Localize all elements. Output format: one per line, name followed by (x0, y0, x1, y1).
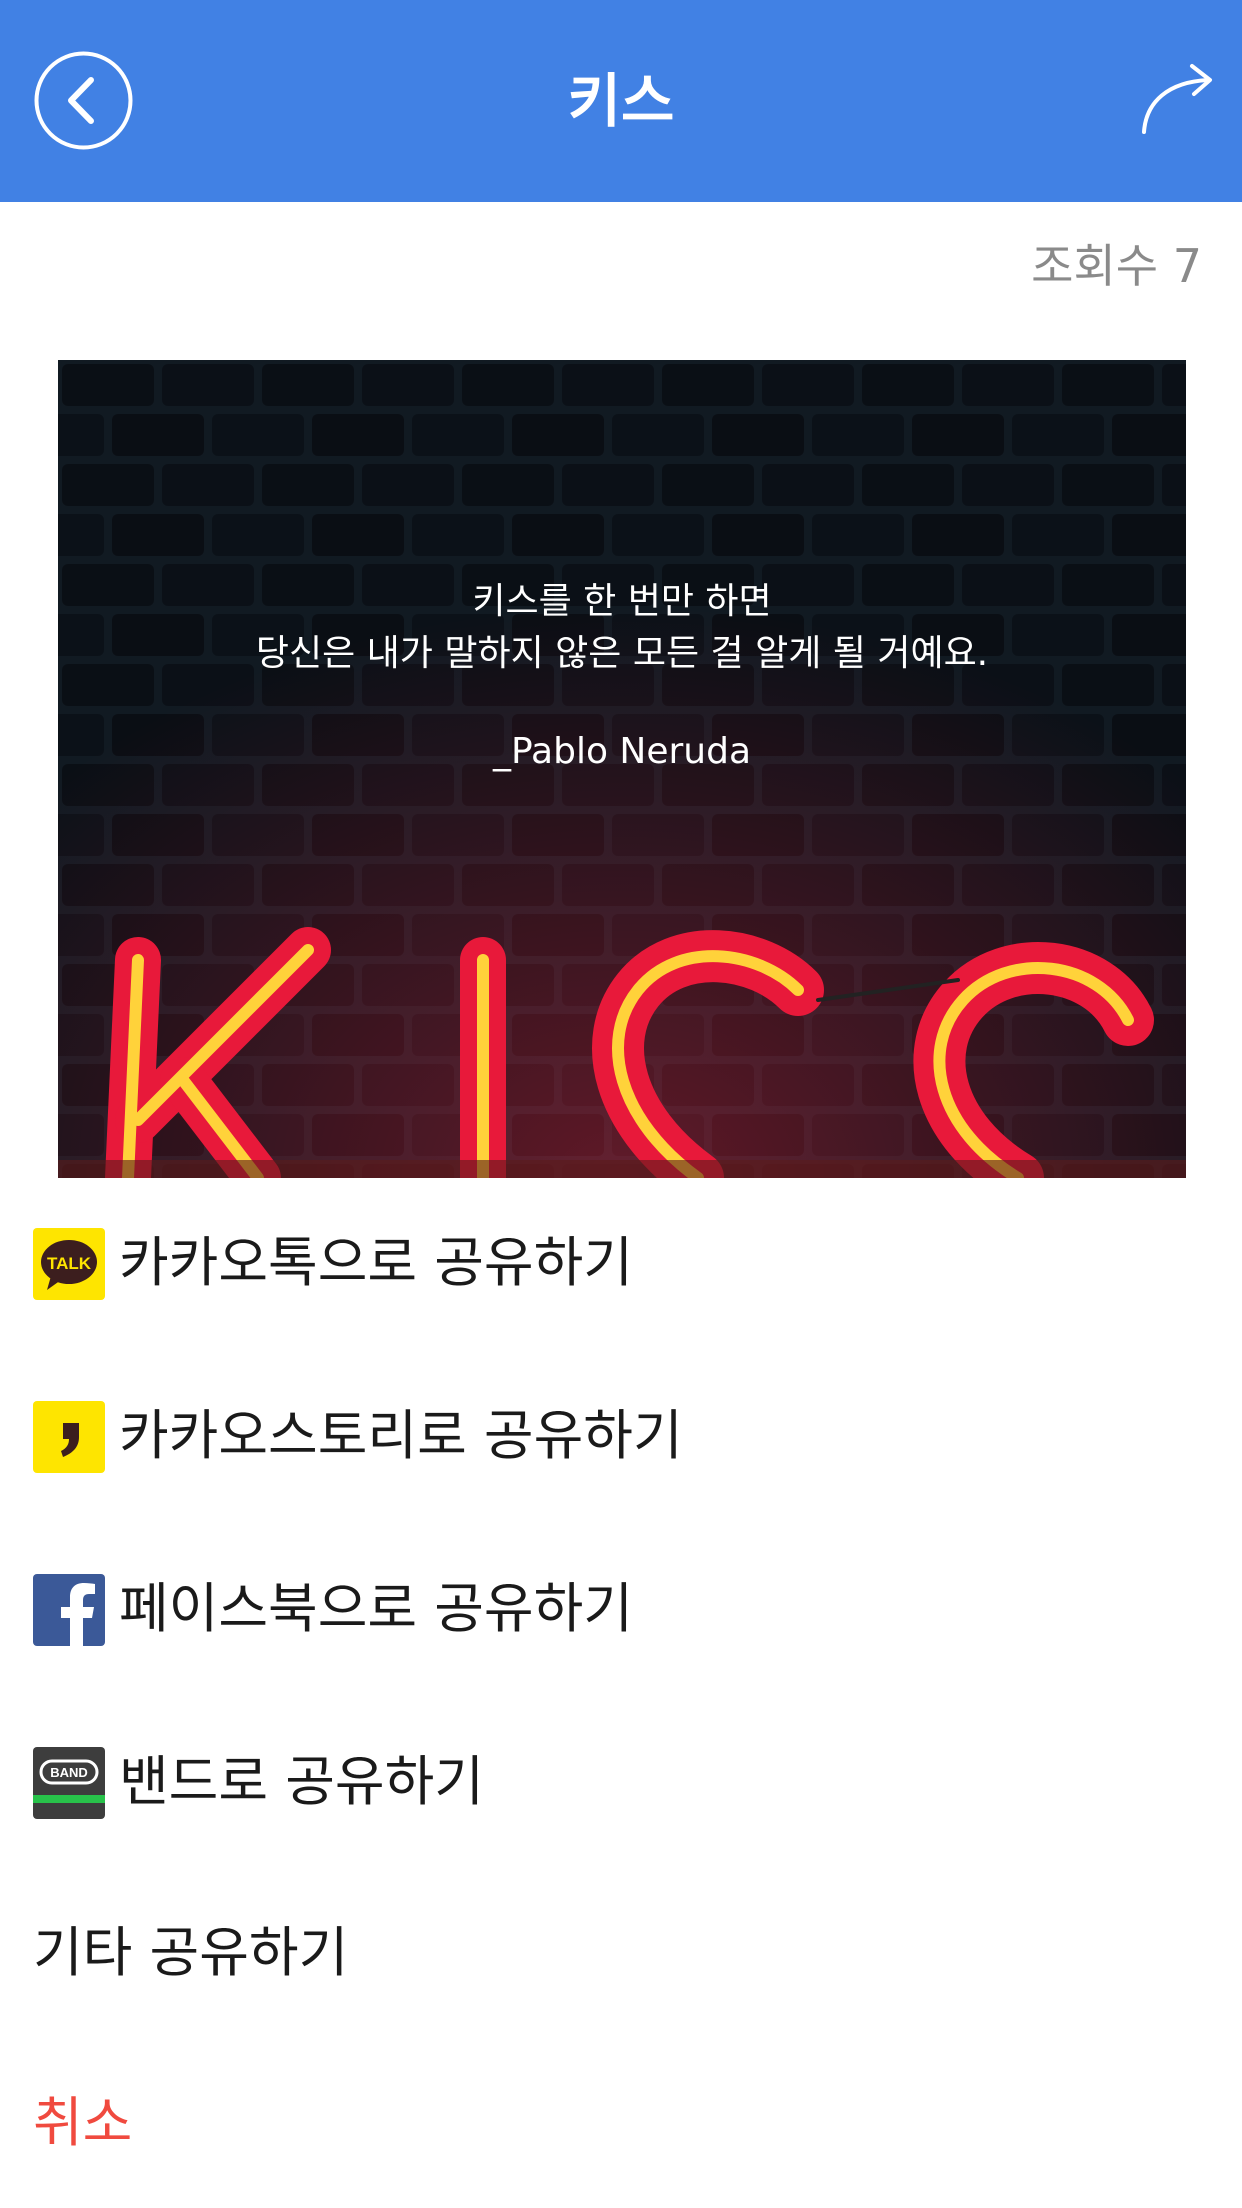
share-forward-icon (1142, 64, 1212, 134)
share-facebook-label: 페이스북으로 공유하기 (119, 1577, 633, 1640)
cancel-label: 취소 (33, 2091, 133, 2154)
kakaotalk-icon-text: TALK (47, 1254, 92, 1273)
share-button[interactable] (1138, 62, 1218, 142)
share-facebook-item[interactable]: 페이스북으로 공유하기 (33, 1564, 1209, 1654)
quote-line: 당신은 내가 말하지 않은 모든 걸 알게 될 거예요. (255, 633, 989, 674)
share-band-item[interactable]: BAND 밴드로 공유하기 (33, 1737, 1209, 1827)
content-image: 키스를 한 번만 하면 당신은 내가 말하지 않은 모든 걸 알게 될 거예요.… (58, 360, 1186, 1178)
cancel-button[interactable]: 취소 (33, 2078, 1209, 2168)
band-icon: BAND (33, 1747, 105, 1819)
quote-author: _Pablo Neruda (492, 731, 752, 772)
back-button[interactable] (33, 50, 134, 151)
quote-text: 키스를 한 번만 하면 당신은 내가 말하지 않은 모든 걸 알게 될 거예요.… (58, 576, 1186, 778)
share-band-label: 밴드로 공유하기 (119, 1750, 484, 1813)
view-count: 조회수 7 (1031, 239, 1202, 293)
share-kakaostory-label: 카카오스토리로 공유하기 (119, 1404, 683, 1467)
share-kakaostory-item[interactable]: 카카오스토리로 공유하기 (33, 1391, 1209, 1481)
page-title: 키스 (567, 67, 675, 135)
band-icon-text: BAND (50, 1765, 88, 1780)
share-other-item[interactable]: 기타 공유하기 (33, 1908, 1209, 1998)
quote-line: 키스를 한 번만 하면 (472, 581, 772, 622)
share-other-label: 기타 공유하기 (33, 1921, 349, 1984)
top-bar: 키스 (0, 0, 1242, 202)
kakaostory-icon (33, 1401, 105, 1473)
share-kakaotalk-item[interactable]: TALK 카카오톡으로 공유하기 (33, 1218, 1209, 1308)
facebook-icon (33, 1574, 105, 1646)
share-kakaotalk-label: 카카오톡으로 공유하기 (119, 1231, 633, 1294)
chevron-left-icon (34, 51, 133, 150)
kakaotalk-icon: TALK (33, 1228, 105, 1300)
